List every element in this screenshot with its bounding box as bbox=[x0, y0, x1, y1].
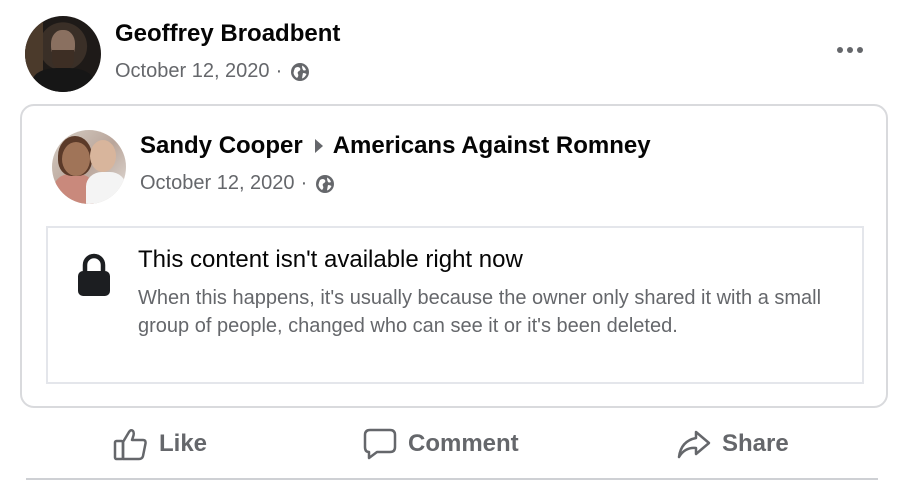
more-dot bbox=[837, 47, 843, 53]
shared-author-avatar[interactable] bbox=[52, 130, 126, 204]
shared-post-card[interactable]: Sandy Cooper Americans Against Romney Oc… bbox=[20, 104, 888, 408]
avatar-person-body bbox=[86, 172, 126, 204]
comment-label: Comment bbox=[408, 430, 519, 457]
comment-button[interactable]: Comment bbox=[362, 418, 519, 470]
share-icon bbox=[676, 427, 712, 461]
like-icon bbox=[113, 427, 149, 461]
arrow-right-icon bbox=[314, 139, 323, 153]
comment-icon bbox=[362, 427, 398, 461]
avatar-beard bbox=[52, 50, 74, 70]
unavailable-title: This content isn't available right now bbox=[138, 246, 523, 273]
globe-icon[interactable] bbox=[290, 62, 310, 82]
avatar-person-face bbox=[90, 140, 116, 172]
author-name[interactable]: Geoffrey Broadbent bbox=[115, 20, 340, 48]
post-date[interactable]: October 12, 2020 bbox=[115, 60, 270, 83]
meta-separator: · bbox=[275, 60, 283, 82]
post-meta: October 12, 2020 · bbox=[115, 60, 310, 83]
unavailable-message: When this happens, it's usually because … bbox=[138, 287, 822, 337]
avatar-person-face bbox=[62, 142, 90, 176]
meta-separator: · bbox=[300, 172, 308, 194]
like-button[interactable]: Like bbox=[113, 418, 207, 470]
shared-author-name[interactable]: Sandy Cooper bbox=[140, 132, 303, 160]
share-label: Share bbox=[722, 430, 789, 457]
post-action-bar: Like Comment Share bbox=[0, 418, 904, 470]
group-name[interactable]: Americans Against Romney bbox=[333, 132, 651, 160]
author-avatar[interactable] bbox=[25, 16, 101, 92]
more-dot bbox=[847, 47, 853, 53]
like-label: Like bbox=[159, 430, 208, 457]
lock-icon bbox=[76, 252, 112, 298]
avatar-shirt bbox=[33, 68, 93, 92]
more-options-icon[interactable] bbox=[832, 36, 868, 64]
content-unavailable-notice: This content isn't available right now W… bbox=[46, 226, 864, 384]
globe-icon[interactable] bbox=[315, 174, 335, 194]
shared-post-date[interactable]: October 12, 2020 bbox=[140, 172, 295, 195]
divider bbox=[26, 478, 878, 480]
feed-post: Geoffrey Broadbent October 12, 2020 · Sa… bbox=[0, 0, 904, 488]
more-dot bbox=[857, 47, 863, 53]
shared-post-meta: October 12, 2020 · bbox=[140, 172, 335, 195]
share-button[interactable]: Share bbox=[676, 418, 789, 470]
shared-post-header: Sandy Cooper Americans Against Romney bbox=[140, 132, 651, 160]
